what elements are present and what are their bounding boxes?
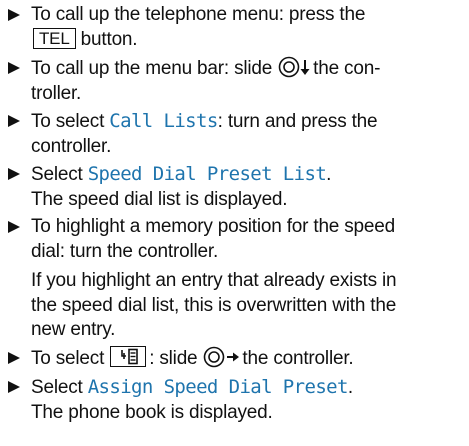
bullet-arrow-icon bbox=[8, 352, 20, 364]
step-text: . bbox=[347, 377, 353, 398]
bullet-arrow-icon bbox=[8, 62, 20, 74]
step-text: troller. bbox=[31, 82, 82, 104]
step-text: To select bbox=[31, 111, 105, 132]
step-text: Select bbox=[31, 377, 83, 398]
step-highlight-memory: To highlight a memory position for the s… bbox=[8, 215, 463, 264]
note-text: new entry. bbox=[31, 319, 116, 340]
step-text: The speed dial list is displayed. bbox=[31, 188, 288, 210]
step-text: : turn and press the bbox=[217, 111, 378, 132]
note-overwrite: If you highlight an entry that already e… bbox=[8, 269, 463, 343]
step-text: To highlight a memory position for the s… bbox=[31, 216, 396, 237]
step-assign-speed-dial: Select Assign Speed Dial Preset. The pho… bbox=[8, 375, 463, 425]
step-call-lists: To select Call Lists: turn and press the… bbox=[8, 109, 463, 159]
bullet-arrow-icon bbox=[8, 9, 20, 21]
instruction-page: To call up the telephone menu: press the… bbox=[0, 0, 469, 446]
step-text: To call up the menu bar: slide bbox=[31, 58, 273, 79]
menu-item-speed-dial-preset-list: Speed Dial Preset List bbox=[87, 163, 327, 185]
step-menu-bar: To call up the menu bar: slide the con- t… bbox=[8, 56, 463, 106]
step-text: : slide bbox=[149, 348, 198, 369]
step-speed-dial-list: Select Speed Dial Preset List. The speed… bbox=[8, 162, 463, 212]
note-text: If you highlight an entry that already e… bbox=[31, 270, 397, 291]
controller-slide-down-icon bbox=[278, 56, 310, 78]
tel-key-icon: TEL bbox=[33, 27, 76, 49]
bullet-arrow-icon bbox=[8, 115, 20, 127]
step-text: . bbox=[326, 164, 332, 185]
step-text: dial: turn the controller. bbox=[31, 240, 219, 262]
bullet-arrow-icon bbox=[8, 168, 20, 180]
step-text: Select bbox=[31, 164, 83, 185]
step-text: the con- bbox=[313, 58, 381, 79]
step-text: button. bbox=[80, 28, 138, 50]
step-text: To call up the telephone menu: press the bbox=[31, 4, 366, 25]
menu-item-assign-speed-dial-preset: Assign Speed Dial Preset bbox=[87, 376, 349, 398]
menu-item-call-lists: Call Lists bbox=[109, 110, 218, 132]
note-text: the speed dial list, this is overwritten… bbox=[31, 294, 397, 316]
bullet-arrow-icon bbox=[8, 221, 20, 233]
step-text: the controller. bbox=[242, 348, 354, 369]
controller-slide-right-icon bbox=[204, 346, 240, 368]
step-select-phonebook: To select : slide the controller. bbox=[8, 346, 463, 372]
bullet-arrow-icon bbox=[8, 381, 20, 393]
step-text: To select bbox=[31, 348, 105, 369]
phonebook-key-icon bbox=[110, 346, 147, 367]
step-tel-menu: To call up the telephone menu: press the… bbox=[8, 3, 463, 52]
step-text: The phone book is displayed. bbox=[31, 401, 273, 423]
step-text: controller. bbox=[31, 135, 112, 157]
